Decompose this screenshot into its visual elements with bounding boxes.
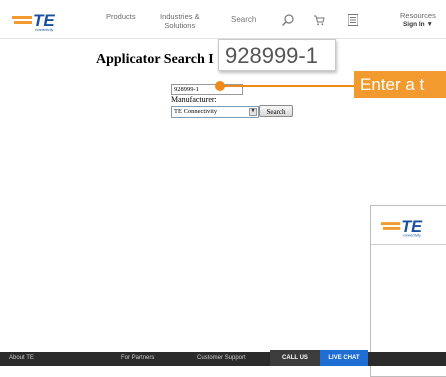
- search-icon[interactable]: [281, 13, 295, 27]
- nav-industries-line1: Industries &: [160, 12, 200, 21]
- site-footer: About TE For Partners Customer Support C…: [0, 350, 446, 366]
- sign-in-link[interactable]: Sign In ▼: [400, 20, 436, 29]
- manufacturer-select[interactable]: TE Connectivity ▼: [171, 106, 259, 118]
- te-logo-icon[interactable]: TE connectivity: [12, 8, 64, 32]
- menu-icon[interactable]: [348, 14, 358, 26]
- chevron-down-icon[interactable]: ▼: [249, 108, 257, 116]
- zoom-callout: 928999-1: [218, 39, 336, 71]
- manufacturer-selected-value: TE Connectivity: [174, 108, 218, 115]
- header-search-label: Search: [231, 15, 257, 24]
- logo-tagline: connectivity: [35, 28, 54, 32]
- search-button[interactable]: Search: [259, 105, 293, 117]
- callout-leader-line: [224, 85, 356, 87]
- footer-about-link[interactable]: About TE: [9, 355, 34, 361]
- callout-leader-dot: [215, 81, 225, 91]
- nav-products-label: Products: [106, 12, 136, 21]
- manufacturer-label: Manufacturer:: [171, 95, 217, 104]
- cart-icon[interactable]: [313, 14, 325, 26]
- nav-products[interactable]: Products: [106, 12, 136, 21]
- nav-resources-label: Resources: [400, 11, 436, 20]
- secondary-window-header: TE connectivity: [371, 206, 446, 245]
- site-header: TE connectivity Products Industries & So…: [0, 0, 446, 39]
- nav-resources[interactable]: Resources Sign In ▼: [400, 11, 436, 29]
- footer-partners-link[interactable]: For Partners: [121, 355, 154, 361]
- logo-tagline: connectivity: [403, 234, 421, 238]
- page-title: Applicator Search I: [96, 52, 214, 67]
- header-search-input[interactable]: Search: [225, 10, 283, 30]
- live-chat-button[interactable]: LIVE CHAT: [320, 350, 368, 366]
- call-us-button[interactable]: CALL US: [270, 350, 320, 366]
- footer-support-link[interactable]: Customer Support: [197, 355, 246, 361]
- nav-industries-line2: Solutions: [164, 21, 196, 30]
- nav-industries-solutions[interactable]: Industries & Solutions: [160, 12, 200, 30]
- te-logo-icon: TE connectivity: [381, 218, 423, 238]
- instruction-callout: Enter a t: [354, 71, 446, 98]
